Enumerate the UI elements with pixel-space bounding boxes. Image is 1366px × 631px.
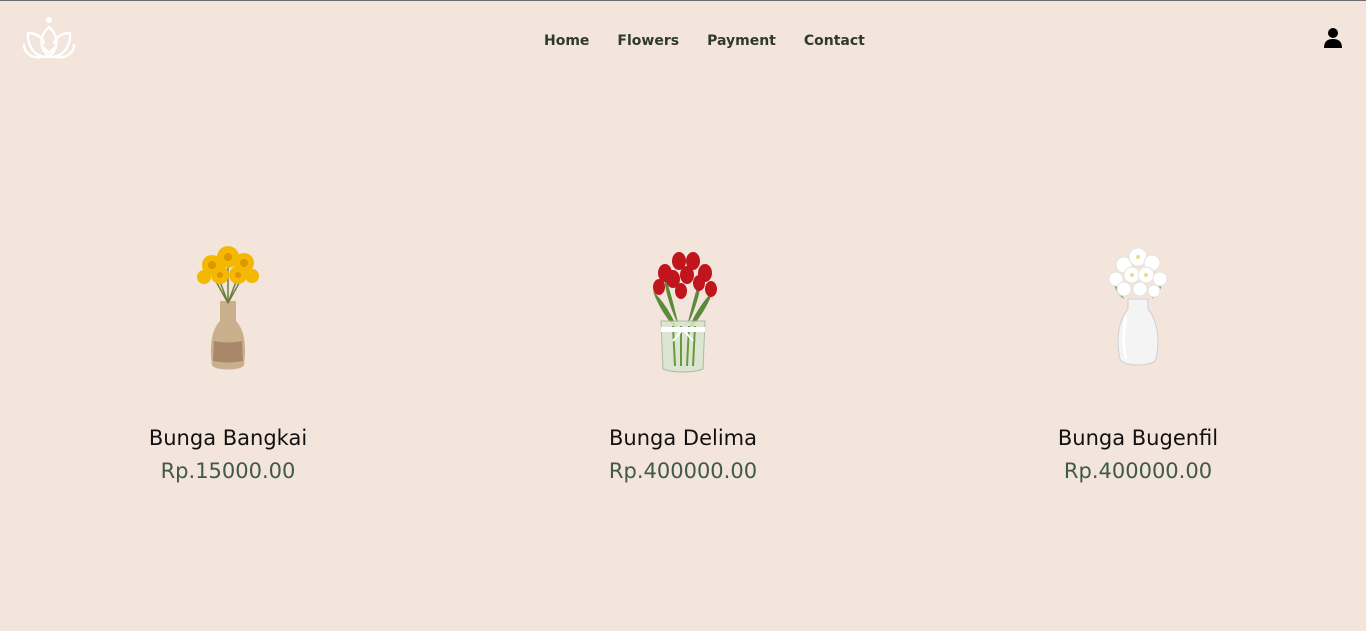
page: Home Flowers Payment Contact Bunga Bangk… xyxy=(0,0,1366,631)
yellow-sunflowers-in-vase-image xyxy=(197,246,259,370)
product-card[interactable]: Bunga Bangkai Rp.15000.00 xyxy=(78,231,378,486)
product-price: Rp.15000.00 xyxy=(160,459,296,483)
nav-payment[interactable]: Payment xyxy=(693,31,790,51)
product-name: Bunga Delima xyxy=(609,426,757,450)
site-header: Home Flowers Payment Contact xyxy=(0,1,1366,81)
product-grid: Bunga Bangkai Rp.15000.00 Bunga Delima R… xyxy=(0,231,1366,501)
product-card[interactable]: Bunga Delima Rp.400000.00 xyxy=(533,231,833,486)
lotus-logo-icon[interactable] xyxy=(22,15,76,61)
main-nav: Home Flowers Payment Contact xyxy=(530,31,879,51)
product-price: Rp.400000.00 xyxy=(1063,459,1213,483)
product-name: Bunga Bugenfil xyxy=(1057,426,1219,450)
white-flowers-in-white-vase-image xyxy=(1108,247,1168,366)
nav-home[interactable]: Home xyxy=(530,31,603,51)
product-card[interactable]: Bunga Bugenfil Rp.400000.00 xyxy=(988,231,1288,486)
user-icon[interactable] xyxy=(1324,27,1342,49)
nav-flowers[interactable]: Flowers xyxy=(603,31,693,51)
nav-contact[interactable]: Contact xyxy=(790,31,879,51)
red-tulips-in-glass-vase-image xyxy=(653,252,717,373)
product-price: Rp.400000.00 xyxy=(608,459,758,483)
product-name: Bunga Bangkai xyxy=(148,426,308,450)
